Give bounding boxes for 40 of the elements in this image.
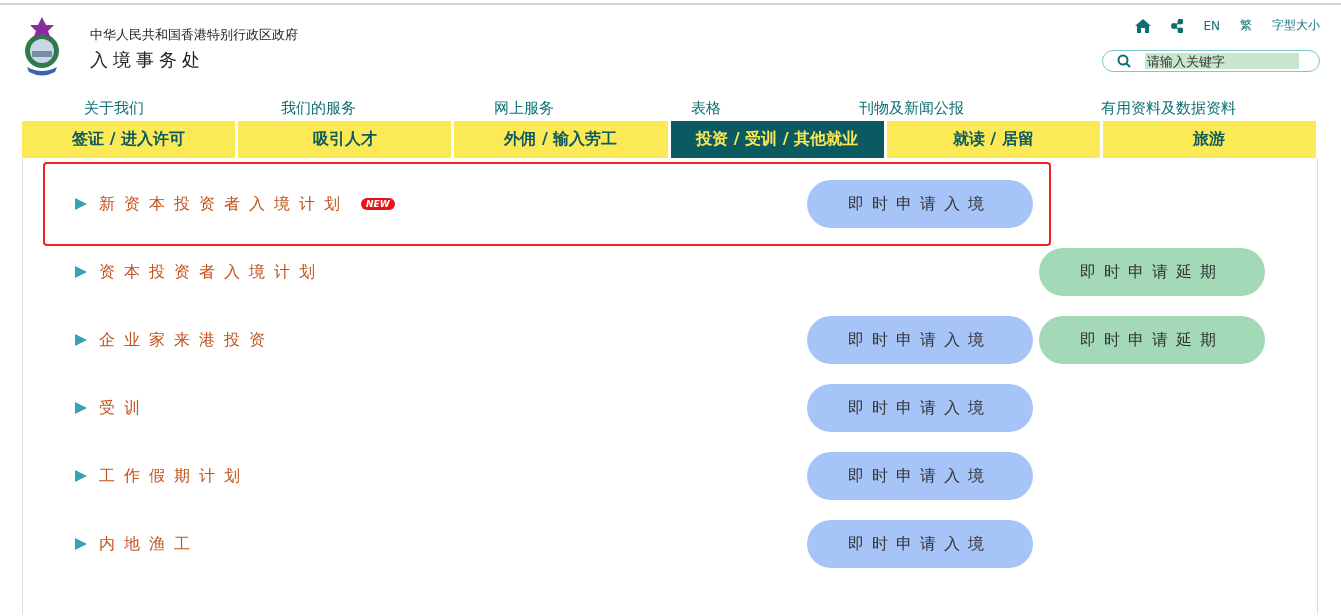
triangle-icon xyxy=(75,266,87,278)
scheme-link[interactable]: 企业家来港投资 xyxy=(99,329,274,351)
category-tab[interactable]: 投资 / 受训 / 其他就业 xyxy=(670,121,884,158)
share-icon[interactable] xyxy=(1171,18,1184,33)
nav-link[interactable]: 有用资料及数据资料 xyxy=(1100,99,1236,121)
triangle-icon xyxy=(75,198,87,210)
apply-button[interactable]: 即时申请入境 xyxy=(807,384,1033,432)
apply-button[interactable]: 即时申请入境 xyxy=(807,180,1033,228)
top-link[interactable]: EN xyxy=(1203,18,1220,33)
scheme-link[interactable]: 内地渔工 xyxy=(99,533,199,555)
category-tab[interactable]: 签证 / 进入许可 xyxy=(22,121,236,158)
home-icon[interactable] xyxy=(1135,18,1152,33)
government-name: 中华人民共和国香港特别行政区政府 xyxy=(90,26,298,44)
apply-button[interactable]: 即时申请入境 xyxy=(807,520,1033,568)
scheme-link[interactable]: 新资本投资者入境计划 xyxy=(99,193,349,215)
apply-button[interactable]: 即时申请入境 xyxy=(807,452,1033,500)
nav-link[interactable]: 刊物及新闻公报 xyxy=(858,99,964,121)
scheme-link[interactable]: 受训 xyxy=(99,397,149,419)
extend-button[interactable]: 即时申请延期 xyxy=(1039,248,1265,296)
search-icon xyxy=(1117,54,1131,68)
apply-button[interactable]: 即时申请入境 xyxy=(807,316,1033,364)
top-link[interactable]: 字型大小 xyxy=(1272,17,1320,34)
triangle-icon xyxy=(75,470,87,482)
triangle-icon xyxy=(75,538,87,550)
top-link[interactable]: 繁 xyxy=(1240,17,1252,34)
category-tab[interactable]: 就读 / 居留 xyxy=(886,121,1100,158)
nav-link[interactable]: 关于我们 xyxy=(84,99,144,121)
new-badge: NEW xyxy=(361,198,395,210)
nav-link[interactable]: 表格 xyxy=(691,99,722,121)
nav-link[interactable]: 网上服务 xyxy=(493,99,554,121)
department-name: 入境事务处 xyxy=(90,48,206,72)
category-tab[interactable]: 外佣 / 输入劳工 xyxy=(454,121,668,158)
scheme-link[interactable]: 工作假期计划 xyxy=(99,465,249,487)
triangle-icon xyxy=(75,402,87,414)
category-tab[interactable]: 吸引人才 xyxy=(238,121,452,158)
triangle-icon xyxy=(75,334,87,346)
scheme-link[interactable]: 资本投资者入境计划 xyxy=(99,261,324,283)
extend-button[interactable]: 即时申请延期 xyxy=(1039,316,1265,364)
nav-link[interactable]: 我们的服务 xyxy=(281,99,357,121)
category-tab[interactable]: 旅游 xyxy=(1102,121,1317,158)
